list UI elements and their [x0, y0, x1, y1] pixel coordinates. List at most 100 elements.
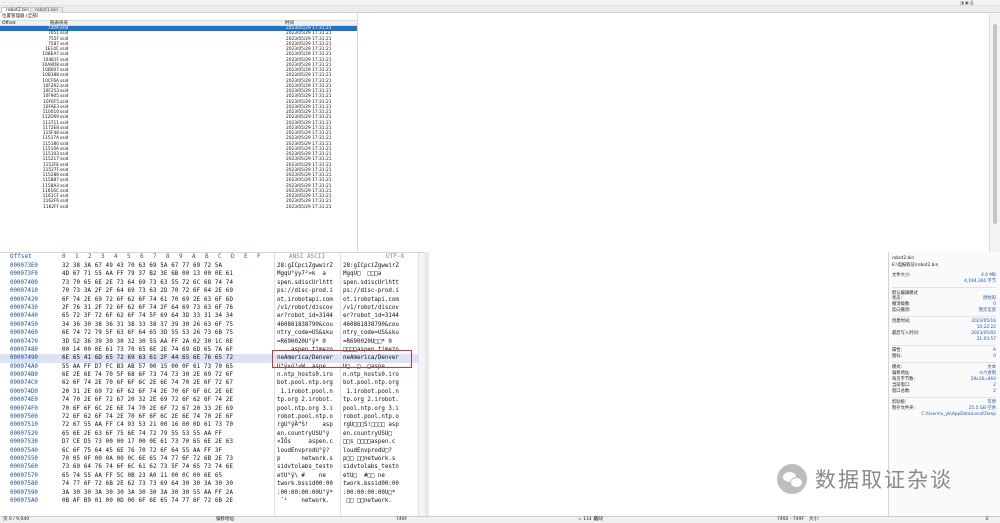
hex-utf8-text[interactable]: robot.pool.ntp.o	[343, 413, 399, 421]
hex-ansi-text[interactable]: =R690020U°ÿ* 0	[277, 338, 326, 346]
hex-row[interactable]: 00007430 2F 76 31 2F 72 6F 62 6F 74 2F 64…	[0, 304, 425, 312]
hex-ansi-text[interactable]: sidvtolabs_testn	[277, 463, 333, 471]
hex-bytes[interactable]: 6E 74 72 79 5F 63 6F 64 65 3D 55 53 26 7…	[62, 329, 233, 337]
hex-bytes[interactable]: 6C 6F 75 64 45 6E 76 70 72 6F 64 55 AA F…	[62, 447, 222, 455]
column-name[interactable]: 链表块号	[24, 21, 283, 26]
hex-ansi-text[interactable]: tp.org 2.irobot.	[277, 396, 333, 404]
tab-robot1[interactable]: robot1.bin	[30, 7, 64, 13]
hex-utf8-text[interactable]: □□ □□network.	[343, 497, 391, 505]
hex-row[interactable]: 00007470 3D 52 36 39 30 30 32 30 55 AA FF…	[0, 338, 425, 346]
hex-ansi-text[interactable]: 1.irobot.pool.n	[277, 388, 332, 396]
hex-utf8-text[interactable]: p□□ □□network.s	[343, 455, 395, 463]
hex-row[interactable]: 00007560 73 69 64 76 74 6F 6C 61 62 73 5F…	[0, 463, 425, 471]
hex-ansi-text[interactable]: robot.pool.ntp.o	[277, 413, 333, 421]
hex-row[interactable]: 00007500 72 6F 62 6F 74 2E 70 6F 6F 6C 2E…	[0, 413, 425, 421]
hex-bytes[interactable]: 70 73 3A 2F 2F 64 69 73 63 2D 70 72 6F 6…	[62, 287, 233, 295]
hex-rows[interactable]: 000073E0 32 38 3A 67 49 43 70 63 69 5A 67…	[0, 262, 425, 505]
hex-ansi-text[interactable]: rgU°ÿÄ“S! asp	[277, 421, 333, 429]
hex-row[interactable]: 00007510 72 67 55 AA FF C4 93 53 21 00 16…	[0, 421, 425, 429]
hex-row[interactable]: 000075A0 0B AF B9 01 00 0D 00 6F 6E 65 74…	[0, 497, 425, 505]
hex-bytes[interactable]: 72 67 55 AA FF C4 93 53 21 00 16 00 0D 6…	[62, 421, 233, 429]
hex-row[interactable]: 00007580 74 77 6F 72 6B 2E 62 73 73 69 64…	[0, 480, 425, 488]
hex-bytes[interactable]: 73 69 64 76 74 6F 6C 61 62 73 5F 74 65 7…	[62, 463, 233, 471]
hex-bytes[interactable]: 3A 30 30 3A 30 30 3A 30 30 3A 30 30 55 A…	[62, 489, 233, 497]
hex-bytes[interactable]: 70 05 0F 00 0A 00 0C 6E 65 74 77 6F 72 6…	[62, 455, 233, 463]
column-offset[interactable]: Offset	[0, 21, 24, 26]
hex-row[interactable]: 00007540 6C 6F 75 64 45 6E 76 70 72 6F 64…	[0, 447, 425, 455]
hex-utf8-text[interactable]: spen.sdiscUrlhtt	[343, 279, 399, 287]
hex-ansi-text[interactable]: pool.ntp.org 3.i	[277, 405, 333, 413]
hex-bytes[interactable]: 2F 76 31 2F 72 6F 62 6F 74 2F 64 69 73 6…	[62, 304, 233, 312]
scroll-thumb[interactable]	[993, 24, 997, 224]
hex-row[interactable]: 00007450 34 36 30 38 36 31 38 33 38 37 39…	[0, 321, 425, 329]
hex-bytes[interactable]: 55 AA FF D7 FC B3 AB 57 00 15 00 0F 61 7…	[62, 363, 233, 371]
hex-row[interactable]: 000074B0 6E 2E 6E 74 70 5F 68 6F 73 74 73…	[0, 371, 425, 379]
hex-row[interactable]: 00007570 65 74 55 AA FF 5C 0B 23 A0 11 00…	[0, 472, 425, 480]
hex-ansi-text[interactable]: 460861838790&cou	[277, 321, 333, 329]
hex-bytes[interactable]: 65 74 55 AA FF 5C 0B 23 A0 11 00 0C 00 6…	[62, 472, 222, 480]
hex-utf8-text[interactable]: 28:gICpciZgwwirZ	[343, 262, 399, 270]
hex-bytes[interactable]: D7 CE D5 73 00 00 17 00 0E 61 73 70 65 6…	[62, 438, 233, 446]
hex-utf8-text[interactable]: pool.ntp.org 3.i	[343, 405, 399, 413]
hex-row[interactable]: 000073F0 4D 67 71 55 AA FF 79 37 B2 3E 6B…	[0, 270, 425, 278]
hex-ansi-text[interactable]: MgqU°ÿy7²>k a	[277, 270, 326, 278]
hex-bytes[interactable]: 74 70 2E 6F 72 67 20 32 2E 69 72 6F 62 6…	[62, 396, 233, 404]
hex-row[interactable]: 00007420 6F 74 2E 69 72 6F 62 6F 74 61 70…	[0, 296, 425, 304]
hex-row[interactable]: 00007440 65 72 3F 72 6F 62 6F 74 5F 69 64…	[0, 312, 425, 320]
hex-ansi-text[interactable]: twork.bssid00:00	[277, 480, 333, 488]
hex-utf8-text[interactable]: twork.bssid00:00	[343, 480, 399, 488]
hex-row[interactable]: 000074C0 62 6F 74 2E 70 6F 6F 6C 2E 6E 74…	[0, 379, 425, 387]
hex-bytes[interactable]: 70 6F 6F 6C 2E 6E 74 70 2E 6F 72 67 20 3…	[62, 405, 233, 413]
hex-bytes[interactable]: 73 70 65 6E 2E 73 64 69 73 63 55 72 6C 6…	[62, 279, 233, 287]
window-controls-icon[interactable]: ◨ ▣ ⎙	[960, 0, 973, 5]
hex-ansi-text[interactable]: ¯¹ network.	[277, 497, 329, 505]
hex-utf8-text[interactable]: ot.irobotapi.com	[343, 296, 399, 304]
hex-utf8-text[interactable]: tp.org 2.irobot.	[343, 396, 399, 404]
hex-utf8-text[interactable]: 1.irobot.pool.n	[343, 388, 398, 396]
hex-bytes[interactable]: 74 77 6F 72 6B 2E 62 73 73 69 64 30 30 3…	[62, 480, 233, 488]
hex-utf8-text[interactable]: bot.pool.ntp.org	[343, 379, 399, 387]
hex-utf8-text[interactable]: n.ntp_hosts0.iro	[343, 371, 399, 379]
hex-bytes[interactable]: 3D 52 36 39 30 30 32 30 55 AA FF 2A 02 3…	[62, 338, 233, 346]
hex-ansi-text[interactable]: er?robot_id=3144	[277, 312, 333, 320]
hex-bytes[interactable]: 20 31 2E 69 72 6F 62 6F 74 2E 70 6F 6F 6…	[62, 388, 233, 396]
hex-ansi-text[interactable]: etU°ÿ\ # ne	[277, 472, 326, 480]
hex-utf8-text[interactable]: □□s □□□□aspen.c	[343, 438, 395, 446]
hex-bytes[interactable]: 32 38 3A 67 49 43 70 63 69 5A 67 77 69 7…	[62, 262, 222, 270]
hex-row[interactable]: 00007400 73 70 65 6E 2E 73 64 69 73 63 55…	[0, 279, 425, 287]
hex-bytes[interactable]: 4D 67 71 55 AA FF 79 37 B2 3E 6B 00 13 0…	[62, 270, 233, 278]
hex-ansi-text[interactable]: ot.irobotapi.com	[277, 296, 333, 304]
hex-row[interactable]: 00007590 3A 30 30 3A 30 30 3A 30 30 3A 30…	[0, 489, 425, 497]
hex-utf8-text[interactable]: en.countryUSU□	[343, 430, 392, 438]
hex-bytes[interactable]: 00 14 00 0E 61 73 70 65 6E 2E 74 69 6D 6…	[62, 346, 233, 354]
hex-ansi-text[interactable]: spen.sdiscUrlhtt	[277, 279, 333, 287]
hex-bytes[interactable]: 62 6F 74 2E 70 6F 6F 6C 2E 6E 74 70 2E 6…	[62, 379, 233, 387]
hex-row[interactable]: 000073E0 32 38 3A 67 49 43 70 63 69 5A 67…	[0, 262, 425, 270]
hex-utf8-text[interactable]: etU□ #□□ ne	[343, 472, 385, 480]
hex-ansi-text[interactable]: loudEnvprodU°ÿ?	[277, 447, 329, 455]
hex-row[interactable]: 000074D0 20 31 2E 69 72 6F 62 6F 74 2E 70…	[0, 388, 425, 396]
hex-row[interactable]: 000074E0 74 70 2E 6F 72 67 20 32 2E 69 72…	[0, 396, 425, 404]
hex-bytes[interactable]: 34 36 30 38 36 31 38 33 38 37 39 30 26 6…	[62, 321, 233, 329]
hex-bytes[interactable]: 6E 2E 6E 74 70 5F 68 6F 73 74 73 30 2E 6…	[62, 371, 233, 379]
hex-row[interactable]: 00007460 6E 74 72 79 5F 63 6F 64 65 3D 55…	[0, 329, 425, 337]
hex-utf8-text[interactable]: ntry_code=US&sku	[343, 329, 399, 337]
hex-bytes[interactable]: 6E 65 41 6D 65 72 69 63 61 2F 44 65 6E 7…	[62, 354, 233, 362]
hex-ansi-text[interactable]: n.ntp_hosts0.iro	[277, 371, 333, 379]
hex-ansi-text[interactable]: ps://disc-prod.i	[277, 287, 333, 295]
hex-row[interactable]: 00007410 70 73 3A 2F 2F 64 69 73 63 2D 70…	[0, 287, 425, 295]
hex-utf8-text[interactable]: 460861838790&cou	[343, 321, 399, 329]
hex-row[interactable]: 000074F0 70 6F 6F 6C 2E 6E 74 70 2E 6F 72…	[0, 405, 425, 413]
column-time[interactable]: 时间	[283, 21, 355, 26]
hex-utf8-text[interactable]: :00:00:00:00U□*	[343, 489, 395, 497]
hex-ansi-text[interactable]: p network.s	[277, 455, 333, 463]
list-item[interactable]: 1162FF ssid 2023/05/29 17:31:21	[0, 205, 357, 210]
hex-bytes[interactable]: 72 6F 62 6F 74 2E 70 6F 6F 6C 2E 6E 74 7…	[62, 413, 233, 421]
hex-scrollbar[interactable]	[418, 253, 425, 517]
hex-row[interactable]: 00007550 70 05 0F 00 0A 00 0C 6E 65 74 77…	[0, 455, 425, 463]
hex-utf8-text[interactable]: =R690020U□□* 0	[343, 338, 392, 346]
hex-bytes[interactable]: 0B AF B9 01 00 0D 00 6F 6E 65 74 77 6F 7…	[62, 497, 233, 505]
hex-utf8-text[interactable]: er?robot_id=3144	[343, 312, 399, 320]
hex-ansi-text[interactable]: ×ÎÕs aspen.c	[277, 438, 333, 446]
hex-utf8-text[interactable]: loudEnvprodU□?	[343, 447, 392, 455]
